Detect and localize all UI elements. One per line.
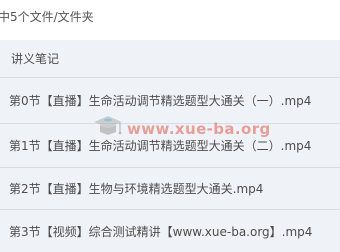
file-list: 讲义笔记 第0节【直播】生命活动调节精选题型大通关（一）.mp4 第1节【直播】… <box>0 40 340 252</box>
file-name-label: 第3节【视频】综合测试精讲【www.xue-ba.org】.mp4 <box>9 225 313 239</box>
file-count-header: 中5个文件/文件夹 <box>0 0 340 36</box>
file-row-folder-notes[interactable]: 讲义笔记 <box>0 40 340 78</box>
file-row-video-3[interactable]: 第3节【视频】综合测试精讲【www.xue-ba.org】.mp4 <box>0 210 340 252</box>
file-name-label: 第2节【直播】生物与环境精选题型大通关.mp4 <box>9 182 264 196</box>
file-name-label: 讲义笔记 <box>11 52 60 66</box>
file-name-label: 第0节【直播】生命活动调节精选题型大通关（一）.mp4 <box>9 94 312 108</box>
file-name-label: 第1节【直播】生命活动调节精选题型大通关（二）.mp4 <box>9 139 312 153</box>
file-row-video-2[interactable]: 第2节【直播】生物与环境精选题型大通关.mp4 <box>0 168 340 210</box>
file-count-label: 中5个文件/文件夹 <box>0 10 94 24</box>
file-row-video-0[interactable]: 第0节【直播】生命活动调节精选题型大通关（一）.mp4 <box>0 78 340 124</box>
file-row-video-1[interactable]: 第1节【直播】生命活动调节精选题型大通关（二）.mp4 <box>0 124 340 168</box>
file-list-page: 中5个文件/文件夹 讲义笔记 第0节【直播】生命活动调节精选题型大通关（一）.m… <box>0 0 340 252</box>
